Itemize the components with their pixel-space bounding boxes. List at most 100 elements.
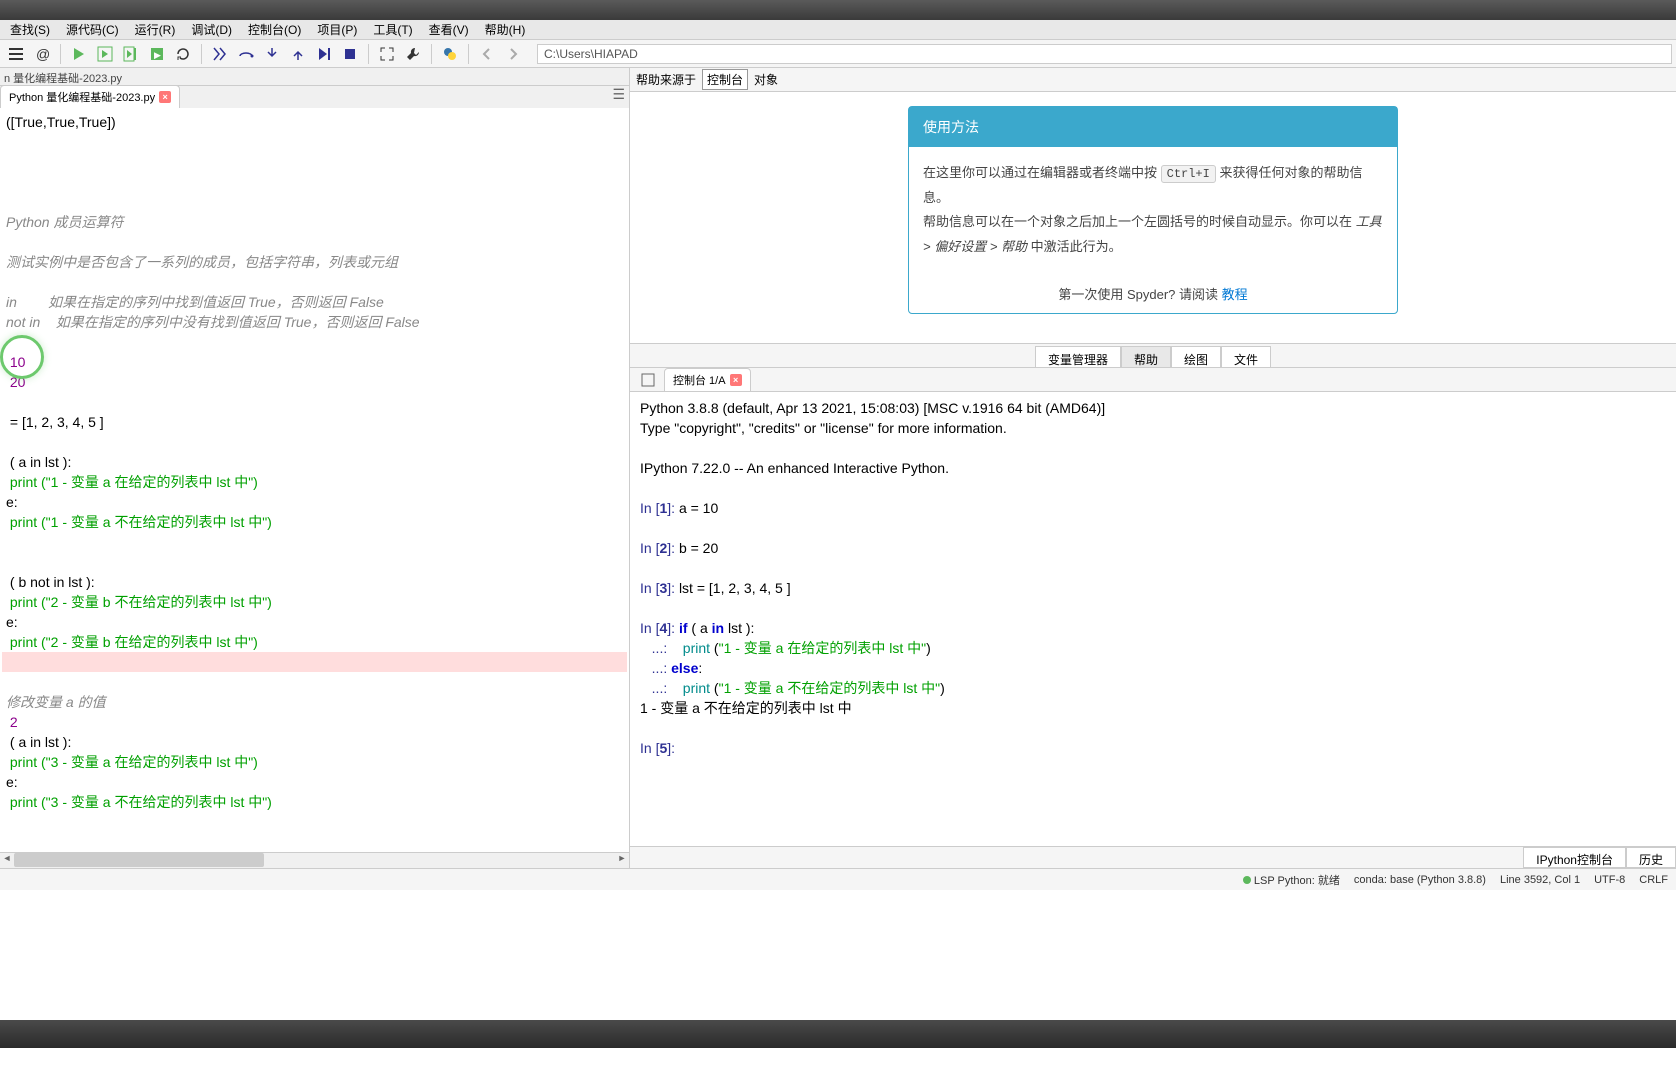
step-out-icon[interactable]: [286, 42, 310, 66]
help-pane-tabs: 变量管理器 帮助 绘图 文件: [630, 343, 1676, 367]
menu-view[interactable]: 查看(V): [421, 19, 477, 40]
code-comment: 测试实例中是否包含了一系列的成员，包括字符串，列表或元组: [6, 254, 398, 270]
code-editor[interactable]: ([True,True,True]) Python 成员运算符 测试实例中是否包…: [0, 108, 629, 852]
svg-text:▶: ▶: [154, 50, 161, 60]
help-kbd: Ctrl+I: [1161, 165, 1216, 183]
console-pane: 控制台 1/A × Python 3.8.8 (default, Apr 13 …: [630, 368, 1676, 868]
code-text: print ("1 - 变量 a 不在给定的列表中 lst 中"): [6, 514, 272, 530]
console-input: b = 20: [679, 540, 718, 556]
tab-ipython-console[interactable]: IPython控制台: [1523, 847, 1626, 868]
menu-help[interactable]: 帮助(H): [477, 19, 534, 40]
code-text: print ("2 - 变量 b 在给定的列表中 lst 中"): [6, 634, 258, 650]
console-tab[interactable]: 控制台 1/A ×: [664, 368, 751, 392]
statusbar: LSP Python: 就绪 conda: base (Python 3.8.8…: [0, 868, 1676, 890]
code-text: = [1, 2, 3, 4, 5 ]: [6, 414, 104, 430]
stop-icon[interactable]: [338, 42, 362, 66]
help-pane: 帮助来源于 控制台 对象 使用方法 在这里你可以通过在编辑器或者终端中按 Ctr…: [630, 68, 1676, 368]
encoding[interactable]: UTF-8: [1594, 874, 1625, 886]
tab-files[interactable]: 文件: [1221, 346, 1271, 367]
lsp-status-icon: [1243, 876, 1251, 884]
code-text: print ("3 - 变量 a 在给定的列表中 lst 中"): [6, 754, 258, 770]
code-text: 2: [6, 714, 18, 730]
python-path-icon[interactable]: [438, 42, 462, 66]
help-usage-card: 使用方法 在这里你可以通过在编辑器或者终端中按 Ctrl+I 来获得任何对象的帮…: [908, 106, 1398, 314]
menu-find[interactable]: 查找(S): [2, 19, 58, 40]
code-text: e:: [6, 614, 18, 630]
maximize-icon[interactable]: [375, 42, 399, 66]
help-source-label: 帮助来源于: [636, 71, 696, 88]
at-icon[interactable]: @: [30, 42, 54, 66]
taskbar[interactable]: [0, 1020, 1676, 1048]
code-text: ( a in lst ):: [6, 734, 71, 750]
outline-icon[interactable]: [4, 42, 28, 66]
editor-tab[interactable]: Python 量化编程基础-2023.py ×: [0, 85, 180, 108]
code-text: ([True,True,True]): [6, 114, 116, 130]
code-comment: Python 成员运算符: [6, 214, 123, 230]
editor-pane: n 量化编程基础-2023.py Python 量化编程基础-2023.py ×…: [0, 68, 630, 868]
lsp-status: LSP Python: 就绪: [1254, 875, 1340, 887]
menu-source[interactable]: 源代码(C): [58, 19, 127, 40]
close-tab-icon[interactable]: ×: [159, 91, 171, 103]
rerun-icon[interactable]: [171, 42, 195, 66]
close-console-icon[interactable]: ×: [730, 374, 742, 386]
help-source-select[interactable]: 控制台: [702, 69, 748, 90]
line-col[interactable]: Line 3592, Col 1: [1500, 874, 1580, 886]
menu-debug[interactable]: 调试(D): [183, 19, 240, 40]
wrench-icon[interactable]: [401, 42, 425, 66]
console-bottom-tabs: IPython控制台 历史: [630, 846, 1676, 868]
menu-console[interactable]: 控制台(O): [240, 19, 309, 40]
step-over-icon[interactable]: [234, 42, 258, 66]
code-text: e:: [6, 494, 18, 510]
debug-icon[interactable]: [208, 42, 232, 66]
tutorial-link[interactable]: 教程: [1222, 287, 1248, 302]
menu-tools[interactable]: 工具(T): [365, 19, 420, 40]
working-dir-field[interactable]: C:\Users\HIAPAD: [537, 44, 1672, 64]
run-selection-icon[interactable]: ▶: [145, 42, 169, 66]
help-card-title: 使用方法: [909, 107, 1397, 147]
ipython-console[interactable]: Python 3.8.8 (default, Apr 13 2021, 15:0…: [630, 392, 1676, 846]
run-icon[interactable]: [67, 42, 91, 66]
console-input: a = 10: [679, 500, 718, 516]
code-text: ( b not in lst ):: [6, 574, 95, 590]
console-text: Python 3.8.8 (default, Apr 13 2021, 15:0…: [640, 398, 1666, 418]
help-text: 中激活此行为。: [1027, 239, 1122, 254]
run-cell-advance-icon[interactable]: [119, 42, 143, 66]
menu-run[interactable]: 运行(R): [127, 19, 184, 40]
console-window-icon[interactable]: [636, 368, 660, 392]
tab-plots[interactable]: 绘图: [1171, 346, 1221, 367]
editor-menu-icon[interactable]: ☰: [612, 86, 625, 103]
code-text: ( a in lst ):: [6, 454, 71, 470]
overflow-area: [0, 890, 1676, 1090]
console-input: lst = [1, 2, 3, 4, 5 ]: [679, 580, 791, 596]
tab-history[interactable]: 历史: [1626, 847, 1676, 868]
console-text: IPython 7.22.0 -- An enhanced Interactiv…: [640, 458, 1666, 478]
console-tab-label: 控制台 1/A: [673, 372, 726, 388]
eol[interactable]: CRLF: [1639, 874, 1668, 886]
run-cell-icon[interactable]: [93, 42, 117, 66]
menu-project[interactable]: 项目(P): [309, 19, 365, 40]
console-output: 1 - 变量 a 不在给定的列表中 lst 中: [640, 698, 1666, 718]
code-comment: in: [6, 294, 17, 310]
code-comment: 修改变量 a 的值: [6, 694, 106, 710]
conda-env[interactable]: conda: base (Python 3.8.8): [1354, 874, 1486, 886]
tab-help[interactable]: 帮助: [1121, 346, 1171, 367]
code-comment: 如果在指定的序列中找到值返回 True，否则返回 False: [17, 294, 384, 310]
step-in-icon[interactable]: [260, 42, 284, 66]
window-titlebar: [0, 0, 1676, 20]
code-comment: not in: [6, 314, 40, 330]
back-icon[interactable]: [475, 42, 499, 66]
editor-file-path: n 量化编程基础-2023.py: [0, 68, 629, 86]
menubar: 查找(S) 源代码(C) 运行(R) 调试(D) 控制台(O) 项目(P) 工具…: [0, 20, 1676, 40]
help-foot-text: 第一次使用 Spyder? 请阅读: [1058, 287, 1221, 302]
editor-h-scrollbar[interactable]: ◄►: [0, 852, 629, 868]
continue-icon[interactable]: [312, 42, 336, 66]
svg-text:@: @: [36, 46, 50, 62]
help-text: 帮助信息可以在一个对象之后加上一个左圆括号的时候自动显示。你可以在: [923, 214, 1356, 229]
code-text: print ("1 - 变量 a 在给定的列表中 lst 中"): [6, 474, 258, 490]
tab-variable-explorer[interactable]: 变量管理器: [1035, 346, 1121, 367]
code-text: print ("2 - 变量 b 不在给定的列表中 lst 中"): [6, 594, 272, 610]
forward-icon[interactable]: [501, 42, 525, 66]
code-comment: 如果在指定的序列中没有找到值返回 True，否则返回 False: [40, 314, 419, 330]
help-text: 在这里你可以通过在编辑器或者终端中按: [923, 165, 1161, 180]
editor-tabs: Python 量化编程基础-2023.py × ☰: [0, 86, 629, 108]
